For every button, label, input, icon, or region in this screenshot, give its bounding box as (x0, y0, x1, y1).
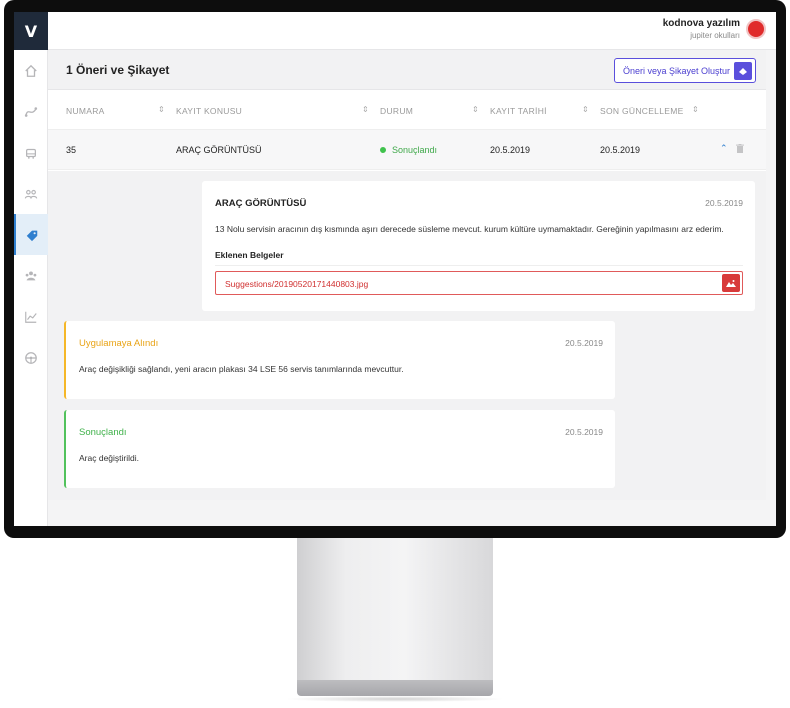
sort-icon[interactable]: ⇕ (582, 105, 589, 114)
top-bar: kodnova yazılım jupiter okulları (48, 12, 776, 50)
home-icon (25, 64, 37, 77)
column-header-status[interactable]: DURUM (380, 106, 413, 116)
chart-icon (25, 311, 37, 323)
page-title: 1 Öneri ve Şikayet (66, 63, 170, 77)
sidebar-item-groups[interactable] (14, 255, 48, 296)
table-row[interactable]: 35 ARAÇ GÖRÜNTÜSÜ Sonuçlandı 20.5.2019 2… (48, 130, 766, 170)
route-icon (24, 106, 38, 117)
column-header-number[interactable]: NUMARA (66, 106, 105, 116)
status-label: Sonuçlandı (392, 145, 438, 155)
divider (215, 265, 743, 266)
bus-icon (26, 148, 36, 159)
sidebar-item-vehicles[interactable] (14, 132, 48, 173)
sort-icon[interactable]: ⇕ (692, 105, 699, 114)
page-header: 1 Öneri ve Şikayet Öneri veya Şikayet Ol… (48, 50, 766, 90)
column-header-created[interactable]: KAYIT TARİHİ (490, 106, 547, 116)
monitor-shadow (285, 696, 505, 702)
row-detail: ARAÇ GÖRÜNTÜSÜ 20.5.2019 13 Nolu servisi… (48, 171, 766, 500)
column-header-updated[interactable]: SON GÜNCELLEME (600, 106, 684, 116)
main-content: 1 Öneri ve Şikayet Öneri veya Şikayet Ol… (48, 50, 766, 500)
issue-card: ARAÇ GÖRÜNTÜSÜ 20.5.2019 13 Nolu servisi… (202, 181, 755, 311)
sort-icon[interactable]: ⇕ (362, 105, 369, 114)
user-info[interactable]: kodnova yazılım jupiter okulları (663, 18, 740, 40)
attached-documents-label: Eklenen Belgeler (215, 250, 284, 260)
status-dot (380, 146, 386, 153)
update-title: Uygulamaya Alındı (79, 338, 159, 349)
update-date: 20.5.2019 (565, 338, 603, 348)
steering-icon (25, 351, 37, 364)
sidebar-item-passengers[interactable] (14, 173, 48, 214)
avatar[interactable] (746, 19, 766, 39)
people-icon (24, 189, 38, 199)
row-subject: ARAÇ GÖRÜNTÜSÜ (176, 145, 262, 155)
trash-icon[interactable] (736, 144, 744, 155)
update-text: Araç değiştirildi. (79, 453, 139, 463)
logo-glyph: V (24, 21, 38, 41)
user-organization: jupiter okulları (690, 31, 740, 40)
sidebar-item-home[interactable] (14, 50, 48, 91)
screen: V kodnova yazılım jupiter okulları 1 Öne… (14, 12, 776, 526)
sidebar-item-reports[interactable] (14, 296, 48, 337)
sidebar: V (14, 12, 48, 526)
issue-description: 13 Nolu servisin aracının dış kısmında a… (215, 224, 724, 234)
row-updated-date: 20.5.2019 (600, 145, 641, 155)
issue-title: ARAÇ GÖRÜNTÜSÜ (215, 198, 307, 209)
row-created-date: 20.5.2019 (490, 145, 531, 155)
monitor-stand (297, 538, 493, 680)
collapse-chevron-icon[interactable]: ⌃ (720, 143, 728, 154)
sort-icon[interactable]: ⇕ (158, 105, 165, 114)
update-text: Araç değişikliği sağlandı, yeni aracın p… (79, 364, 404, 374)
status-badge: Sonuçlandı (380, 145, 437, 155)
group-icon (25, 270, 37, 280)
create-suggestion-label: Öneri veya Şikayet Oluştur (623, 65, 731, 76)
create-suggestion-button[interactable]: Öneri veya Şikayet Oluştur (614, 58, 756, 83)
sidebar-item-drivers[interactable] (14, 337, 48, 378)
app-logo[interactable]: V (14, 12, 48, 50)
attachment-filename: Suggestions/20190520171440803.jpg (225, 279, 369, 289)
user-name: kodnova yazılım (662, 18, 740, 29)
update-date: 20.5.2019 (565, 427, 603, 437)
row-number: 35 (66, 145, 77, 155)
sidebar-item-routes[interactable] (14, 91, 48, 132)
issue-date: 20.5.2019 (705, 198, 743, 208)
update-title: Sonuçlandı (79, 427, 127, 438)
create-icon (734, 61, 752, 80)
table-header: NUMARA ⇕ KAYIT KONUSU ⇕ DURUM ⇕ KAYIT TA… (48, 90, 766, 130)
sort-icon[interactable]: ⇕ (472, 105, 479, 114)
image-file-icon[interactable] (722, 274, 740, 292)
monitor-foot (297, 680, 493, 696)
tag-icon (26, 230, 38, 241)
column-header-subject[interactable]: KAYIT KONUSU (176, 106, 242, 116)
attachment-link[interactable]: Suggestions/20190520171440803.jpg (215, 271, 743, 295)
sidebar-item-suggestions[interactable] (14, 214, 48, 255)
update-card-applied: Uygulamaya Alındı 20.5.2019 Araç değişik… (64, 321, 615, 399)
update-card-resolved: Sonuçlandı 20.5.2019 Araç değiştirildi. (64, 410, 615, 488)
